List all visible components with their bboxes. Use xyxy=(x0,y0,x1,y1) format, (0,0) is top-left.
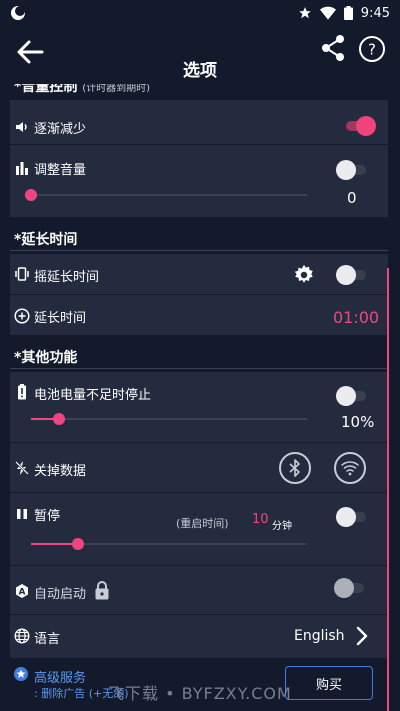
status-right: 9:45 xyxy=(298,6,390,21)
battery-icon xyxy=(343,6,353,20)
volume-down-icon xyxy=(16,122,27,132)
divider xyxy=(10,492,388,493)
extend-time-label: 延长时间 xyxy=(34,311,87,326)
globe-icon xyxy=(14,628,30,644)
battery-value: 10% xyxy=(341,413,375,431)
status-time: 9:45 xyxy=(360,5,390,21)
pause-restart-value[interactable]: 10 xyxy=(252,512,269,527)
volume-section-title: *音量控制 xyxy=(14,84,78,95)
adjust-volume-toggle[interactable] xyxy=(336,160,368,180)
toggle-knob xyxy=(336,386,356,406)
slider-rail xyxy=(31,194,307,196)
toggle-knob xyxy=(336,265,356,285)
wifi-outline-icon xyxy=(341,461,359,476)
shake-extend-label: 摇延长时间 xyxy=(34,270,100,285)
battery-toggle[interactable] xyxy=(336,386,368,406)
pause-label: 暂停 xyxy=(34,509,61,524)
battery-alert-icon xyxy=(18,384,26,400)
toggle-knob xyxy=(336,160,356,180)
status-bar: 9:45 xyxy=(0,0,400,26)
section-line xyxy=(10,250,388,251)
extend-time-value[interactable]: 01:00 xyxy=(333,308,379,327)
buy-button[interactable]: 购买 xyxy=(285,666,373,700)
autostart-toggle[interactable] xyxy=(334,578,366,598)
moon-notification-icon xyxy=(11,6,25,20)
svg-text:A: A xyxy=(19,588,26,598)
star-badge-icon xyxy=(14,667,28,681)
star-icon xyxy=(298,7,311,19)
autostart-label: 自动启动 xyxy=(34,587,87,602)
flash-off-icon xyxy=(15,461,29,475)
wifi-icon xyxy=(319,6,336,20)
divider xyxy=(10,614,388,615)
slider-fill xyxy=(31,543,78,545)
equalizer-icon xyxy=(16,162,28,175)
divider xyxy=(10,294,388,295)
adjust-volume-slider[interactable] xyxy=(25,188,307,202)
pause-toggle[interactable] xyxy=(336,507,368,527)
shake-extend-toggle[interactable] xyxy=(336,265,368,285)
toggle-knob xyxy=(334,578,354,598)
pause-restart-label: (重启时间) xyxy=(176,517,229,530)
plus-circle-icon xyxy=(14,308,30,324)
data-off-label: 关掉数据 xyxy=(34,464,87,479)
fade-label: 逐渐减少 xyxy=(34,122,87,137)
scroll-indicator[interactable] xyxy=(387,268,389,711)
battery-label: 电池电量不足时停止 xyxy=(34,388,152,403)
fade-toggle[interactable] xyxy=(344,116,376,136)
svg-text:?: ? xyxy=(368,41,376,59)
language-value[interactable]: English xyxy=(294,628,345,644)
toggle-knob xyxy=(336,507,356,527)
adjust-volume-label: 调整音量 xyxy=(34,163,87,178)
divider xyxy=(10,442,388,443)
premium-label[interactable]: 高级服务 xyxy=(34,667,86,686)
battery-slider[interactable] xyxy=(31,412,307,426)
share-icon[interactable] xyxy=(320,34,346,62)
slider-rail xyxy=(31,418,307,420)
gear-icon[interactable] xyxy=(293,264,315,286)
adjust-volume-value: 0 xyxy=(347,189,357,207)
bluetooth-icon xyxy=(289,459,300,477)
slider-thumb[interactable] xyxy=(25,189,37,201)
slider-thumb[interactable] xyxy=(71,538,84,550)
watermark: 飞下载 • BYFZXY.COM xyxy=(108,684,292,703)
volume-section-subtitle: (计时器到期时) xyxy=(82,84,151,94)
lock-icon xyxy=(95,581,109,600)
help-icon[interactable]: ? xyxy=(358,35,386,63)
bluetooth-button[interactable] xyxy=(279,452,311,484)
app-bar: 选项 ? xyxy=(0,26,400,84)
other-section-title: *其他功能 xyxy=(14,350,78,366)
pause-slider[interactable] xyxy=(31,537,307,551)
slider-thumb[interactable] xyxy=(52,413,65,425)
vibrate-icon xyxy=(15,267,29,281)
autostart-icon: A xyxy=(16,584,28,598)
divider xyxy=(10,144,388,145)
volume-section-header: *音量控制 (计时器到期时) xyxy=(14,84,374,100)
section-line xyxy=(10,368,388,369)
divider xyxy=(10,565,388,566)
toggle-knob xyxy=(356,116,376,136)
extend-section-title: *延长时间 xyxy=(14,232,78,248)
pause-restart-unit: 分钟 xyxy=(272,521,292,532)
pause-icon xyxy=(17,509,27,519)
wifi-button[interactable] xyxy=(334,452,366,484)
language-label: 语言 xyxy=(34,632,61,647)
chevron-right-icon[interactable] xyxy=(355,626,369,646)
